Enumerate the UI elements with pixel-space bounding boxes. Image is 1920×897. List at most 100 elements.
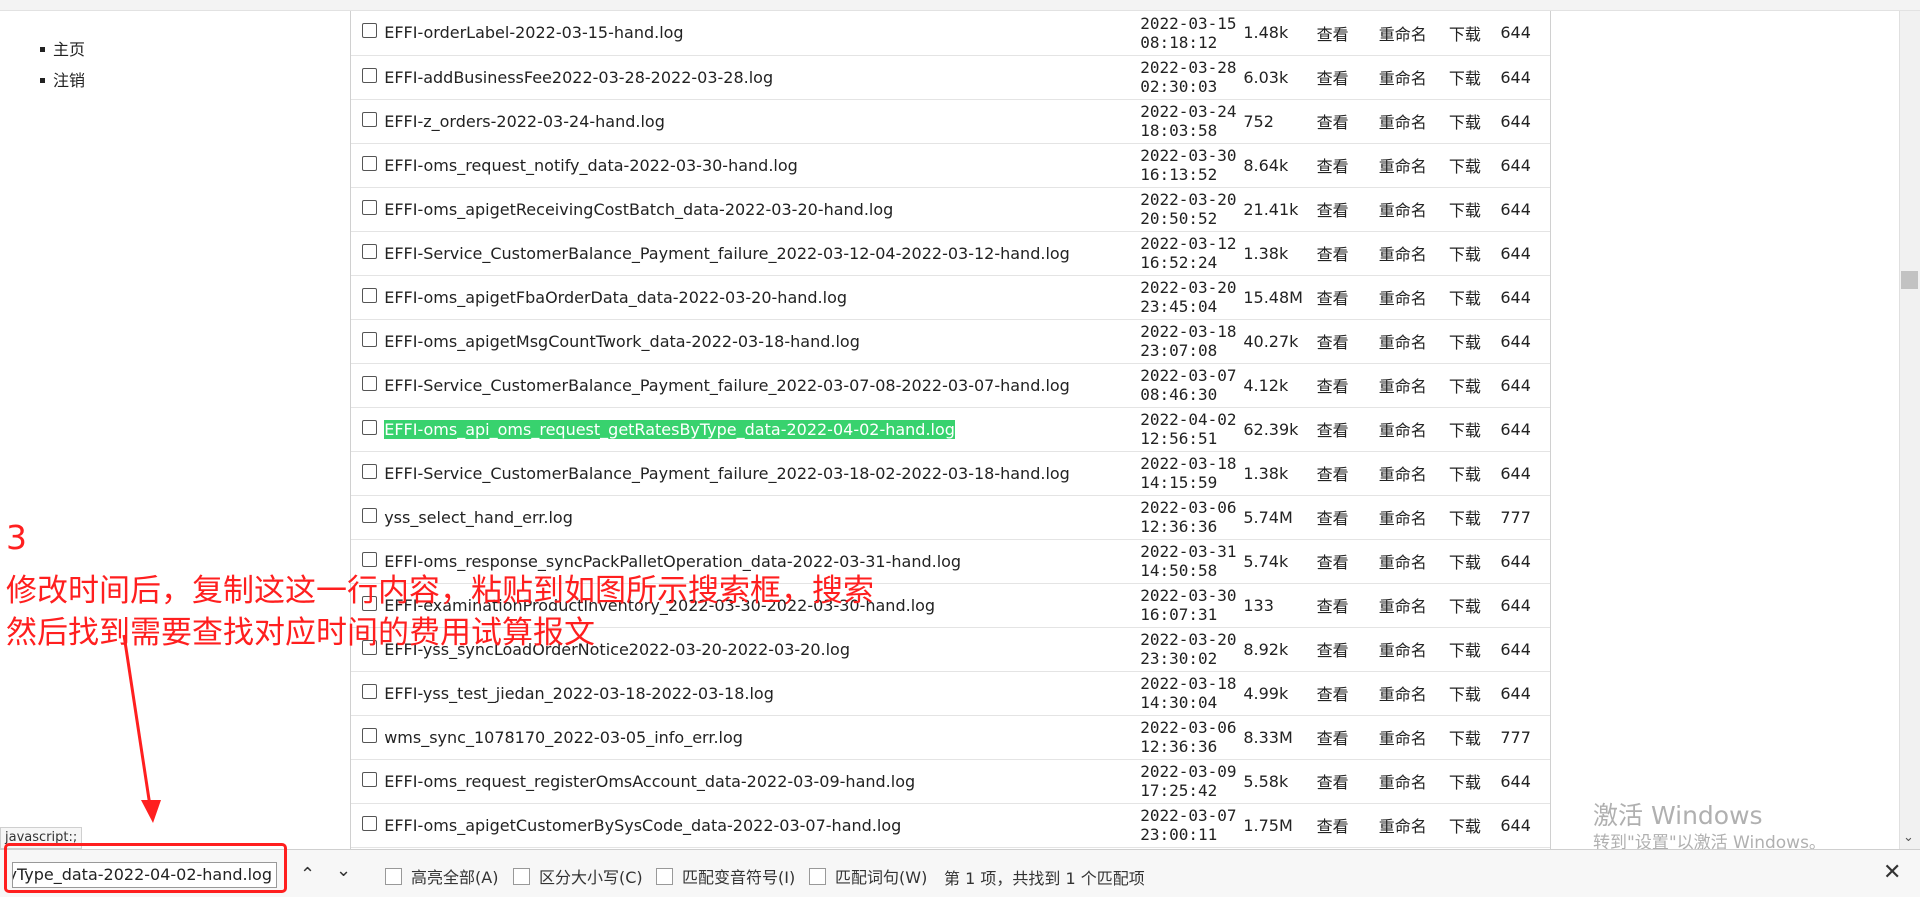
download-link[interactable]: 下载 [1449,583,1501,627]
find-next-button[interactable]: ⌄ [336,860,351,881]
rename-link[interactable]: 重命名 [1379,143,1449,187]
nav-item-logout[interactable]: 注销 [40,65,85,96]
file-name-link[interactable]: EFFI-oms_request_registerOmsAccount_data… [384,772,915,791]
file-name-link[interactable]: EFFI-Service_CustomerBalance_Payment_fai… [384,376,1070,395]
view-link[interactable]: 查看 [1317,583,1379,627]
row-checkbox[interactable] [362,243,378,259]
row-checkbox[interactable] [362,463,378,479]
rename-link[interactable]: 重命名 [1379,539,1449,583]
file-name-link[interactable]: EFFI-oms_apigetCustomerBySysCode_data-20… [384,816,901,835]
download-link[interactable]: 下载 [1449,539,1501,583]
rename-link[interactable]: 重命名 [1379,715,1449,759]
nav-home-link[interactable]: 主页 [53,38,85,61]
view-link[interactable]: 查看 [1317,671,1379,715]
row-checkbox[interactable] [362,815,378,831]
row-checkbox[interactable] [362,331,378,347]
rename-link[interactable]: 重命名 [1379,803,1449,847]
download-link[interactable]: 下载 [1449,187,1501,231]
view-link[interactable]: 查看 [1317,231,1379,275]
scroll-down-icon[interactable]: ⌄ [1903,830,1914,845]
row-checkbox[interactable] [362,111,378,127]
row-checkbox[interactable] [362,155,378,171]
file-name-link[interactable]: EFFI-oms_apigetReceivingCostBatch_data-2… [384,200,893,219]
file-name-link[interactable]: EFFI-orderLabel-2022-03-15-hand.log [384,23,683,42]
rename-link[interactable]: 重命名 [1379,231,1449,275]
rename-link[interactable]: 重命名 [1379,495,1449,539]
download-link[interactable]: 下载 [1449,451,1501,495]
view-link[interactable]: 查看 [1317,275,1379,319]
file-name-link[interactable]: EFFI-Service_CustomerBalance_Payment_fai… [384,464,1070,483]
view-link[interactable]: 查看 [1317,407,1379,451]
download-link[interactable]: 下载 [1449,407,1501,451]
download-link[interactable]: 下载 [1449,627,1501,671]
find-previous-button[interactable]: ⌃ [300,864,315,885]
scrollbar-thumb[interactable] [1901,271,1918,289]
view-link[interactable]: 查看 [1317,451,1379,495]
rename-link[interactable]: 重命名 [1379,275,1449,319]
checkbox-box[interactable] [385,867,402,885]
file-name-link[interactable]: EFFI-oms_api_oms_request_getRatesByType_… [384,419,955,439]
match-diacritics-checkbox[interactable]: 匹配变音符号(I) [656,864,795,888]
file-name-link[interactable]: wms_sync_1078170_2022-03-05_info_err.log [384,728,743,747]
download-link[interactable]: 下载 [1449,759,1501,803]
rename-link[interactable]: 重命名 [1379,759,1449,803]
view-link[interactable]: 查看 [1317,715,1379,759]
view-link[interactable]: 查看 [1317,55,1379,99]
rename-link[interactable]: 重命名 [1379,99,1449,143]
view-link[interactable]: 查看 [1317,803,1379,847]
view-link[interactable]: 查看 [1317,759,1379,803]
rename-link[interactable]: 重命名 [1379,55,1449,99]
row-checkbox[interactable] [362,67,378,83]
download-link[interactable]: 下载 [1449,319,1501,363]
file-name-link[interactable]: EFFI-oms_apigetFbaOrderData_data-2022-03… [384,288,847,307]
rename-link[interactable]: 重命名 [1379,407,1449,451]
view-link[interactable]: 查看 [1317,143,1379,187]
file-name-link[interactable]: EFFI-oms_request_notify_data-2022-03-30-… [384,156,798,175]
row-checkbox[interactable] [362,23,378,39]
view-link[interactable]: 查看 [1317,627,1379,671]
rename-link[interactable]: 重命名 [1379,583,1449,627]
file-name-link[interactable]: EFFI-yss_test_jiedan_2022-03-18-2022-03-… [384,684,774,703]
file-name-link[interactable]: EFFI-z_orders-2022-03-24-hand.log [384,112,665,131]
download-link[interactable]: 下载 [1449,11,1501,55]
whole-words-checkbox[interactable]: 匹配词句(W) [809,864,927,888]
file-name-link[interactable]: yss_select_hand_err.log [384,508,573,527]
checkbox-box[interactable] [513,867,530,885]
rename-link[interactable]: 重命名 [1379,363,1449,407]
match-case-checkbox[interactable]: 区分大小写(C) [513,864,643,888]
view-link[interactable]: 查看 [1317,319,1379,363]
download-link[interactable]: 下载 [1449,495,1501,539]
rename-link[interactable]: 重命名 [1379,319,1449,363]
close-findbar-icon[interactable]: ✕ [1883,860,1901,885]
row-checkbox[interactable] [362,771,378,787]
file-name-link[interactable]: EFFI-addBusinessFee2022-03-28-2022-03-28… [384,68,773,87]
file-name-link[interactable]: EFFI-Service_CustomerBalance_Payment_fai… [384,244,1070,263]
row-checkbox[interactable] [362,727,378,743]
download-link[interactable]: 下载 [1449,231,1501,275]
download-link[interactable]: 下载 [1449,275,1501,319]
checkbox-box[interactable] [809,867,826,885]
view-link[interactable]: 查看 [1317,539,1379,583]
rename-link[interactable]: 重命名 [1379,187,1449,231]
view-link[interactable]: 查看 [1317,363,1379,407]
rename-link[interactable]: 重命名 [1379,451,1449,495]
download-link[interactable]: 下载 [1449,143,1501,187]
find-input[interactable]: EFFI-oms_api_oms_request_getRatesByType_… [12,862,277,888]
view-link[interactable]: 查看 [1317,495,1379,539]
rename-link[interactable]: 重命名 [1379,627,1449,671]
view-link[interactable]: 查看 [1317,187,1379,231]
row-checkbox[interactable] [362,507,378,523]
view-link[interactable]: 查看 [1317,99,1379,143]
row-checkbox[interactable] [362,199,378,215]
checkbox-box[interactable] [656,867,673,885]
download-link[interactable]: 下载 [1449,55,1501,99]
row-checkbox[interactable] [362,287,378,303]
download-link[interactable]: 下载 [1449,715,1501,759]
rename-link[interactable]: 重命名 [1379,11,1449,55]
download-link[interactable]: 下载 [1449,363,1501,407]
download-link[interactable]: 下载 [1449,803,1501,847]
row-checkbox[interactable] [362,683,378,699]
row-checkbox[interactable] [362,419,378,435]
vertical-scrollbar[interactable] [1899,11,1920,849]
nav-item-home[interactable]: 主页 [40,34,85,65]
